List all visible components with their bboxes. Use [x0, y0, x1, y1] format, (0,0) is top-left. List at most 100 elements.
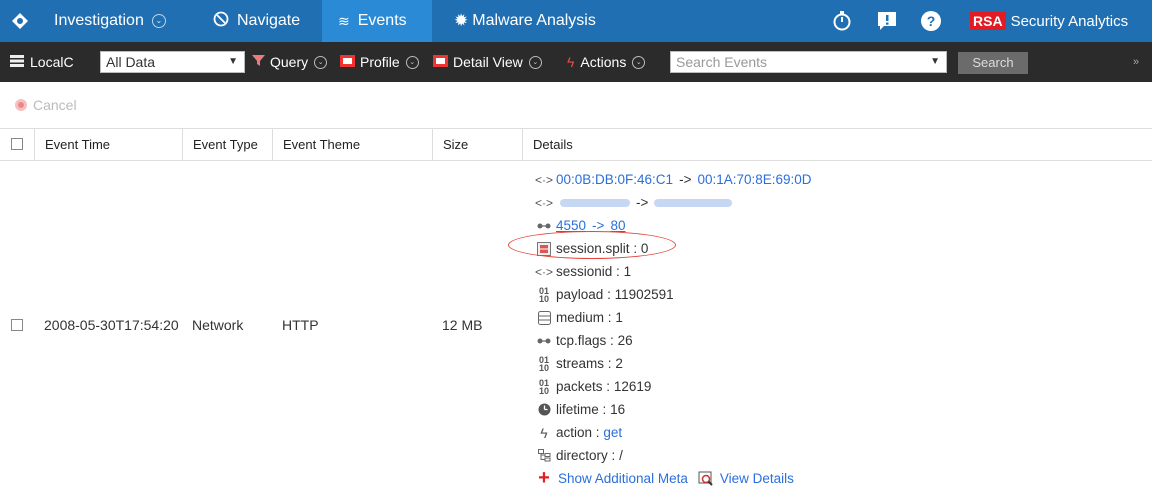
- select-all-checkbox[interactable]: [11, 138, 23, 150]
- show-additional-meta-link[interactable]: Show Additional Meta: [558, 471, 688, 486]
- event-time: 2008-05-30T17:54:20: [44, 317, 179, 333]
- ip-address-row: <·> ->: [535, 191, 812, 214]
- binary-icon: 01 10: [538, 377, 549, 396]
- meta-key: medium: [556, 310, 605, 325]
- meta-medium: medium : 1: [536, 306, 812, 329]
- meta-separator: :: [606, 379, 611, 394]
- cancel-button[interactable]: Cancel: [15, 97, 77, 113]
- chevron-down-icon: ▼: [930, 56, 940, 67]
- database-icon: [536, 310, 552, 325]
- tab-navigate[interactable]: Navigate: [196, 0, 322, 42]
- source-button[interactable]: LocalC: [10, 42, 74, 82]
- list-icon: [10, 54, 24, 71]
- column-event-theme[interactable]: Event Theme: [272, 129, 432, 160]
- meta-tcp-flags: tcp.flags : 26: [536, 329, 812, 352]
- tab-investigation[interactable]: Investigation ⌄: [0, 0, 195, 42]
- meta-separator: :: [611, 448, 616, 463]
- redacted-dst-ip[interactable]: [654, 198, 733, 207]
- meta-value: /: [619, 448, 623, 463]
- meta-key: lifetime: [556, 402, 599, 417]
- meta-lifetime: lifetime : 16: [536, 398, 812, 421]
- chevron-down-icon[interactable]: ⌄: [151, 14, 166, 28]
- chevron-down-icon: ⌄: [632, 55, 646, 69]
- detail-view-icon: [433, 54, 448, 70]
- event-theme: HTTP: [282, 317, 319, 333]
- search-button[interactable]: Search: [958, 52, 1028, 74]
- rsa-logo: RSA: [970, 12, 1006, 30]
- detail-view-label: Detail View: [453, 54, 523, 70]
- connection-icon: [536, 338, 552, 344]
- cancel-icon: [15, 99, 27, 111]
- query-menu[interactable]: Query ⌄: [252, 42, 328, 82]
- meta-payload: 01 10 payload : 11902591: [536, 283, 812, 306]
- more-button[interactable]: »: [1133, 42, 1139, 82]
- lightning-icon: ϟ: [540, 424, 548, 441]
- meta-action: ϟ action : get: [536, 421, 812, 444]
- view-details-icon[interactable]: [698, 471, 714, 486]
- profile-label: Profile: [360, 54, 400, 70]
- query-label: Query: [270, 54, 309, 70]
- clock-icon: [536, 403, 552, 416]
- highlight-annotation-circle: [508, 231, 676, 259]
- chevron-down-icon: ⌄: [405, 55, 419, 69]
- column-size[interactable]: Size: [432, 129, 522, 160]
- table-header: Event Time Event Type Event Theme Size D…: [0, 128, 1152, 161]
- row-checkbox[interactable]: [11, 319, 23, 331]
- mac-address-row: <·> 00:0B:DB:0F:46:C1 -> 00:1A:70:8E:69:…: [535, 168, 812, 191]
- actions-menu[interactable]: ϟ Actions ⌄: [567, 42, 646, 82]
- meta-sessionid: <·> sessionid : 1: [535, 260, 812, 283]
- link-arrows-icon: <·>: [535, 172, 554, 187]
- meta-key: streams: [556, 356, 605, 371]
- search-placeholder: Search Events: [676, 54, 768, 70]
- mac-dst-link[interactable]: 00:1A:70:8E:69:0D: [697, 172, 811, 187]
- crosshair-icon: [0, 12, 40, 30]
- tab-malware-analysis[interactable]: ✹ Malware Analysis: [440, 0, 620, 42]
- view-details-link[interactable]: View Details: [720, 471, 794, 486]
- arrow: ->: [636, 195, 649, 210]
- tab-label: Navigate: [237, 12, 301, 29]
- detail-view-menu[interactable]: Detail View ⌄: [433, 42, 542, 82]
- data-select[interactable]: All Data ▼: [100, 51, 245, 73]
- meta-value: 1: [615, 310, 623, 325]
- column-event-type[interactable]: Event Type: [182, 129, 272, 160]
- meta-value: 16: [610, 402, 626, 417]
- redacted-src-ip[interactable]: [560, 198, 630, 207]
- mac-src-link[interactable]: 00:0B:DB:0F:46:C1: [556, 172, 673, 187]
- meta-packets: 01 10 packets : 12619: [536, 375, 812, 398]
- details-actions-row: + Show Additional Meta View Details: [536, 467, 812, 490]
- chevron-down-icon: ⌄: [528, 55, 542, 69]
- stopwatch-icon[interactable]: [830, 9, 854, 33]
- arrow: ->: [679, 172, 692, 187]
- top-navigation-bar: Investigation ⌄ Navigate ≋ Events ✹ Malw…: [0, 0, 1152, 42]
- meta-value: 1: [623, 264, 632, 279]
- svg-text:?: ?: [927, 13, 936, 29]
- meta-separator: :: [616, 264, 620, 279]
- help-icon[interactable]: ?: [919, 9, 943, 33]
- tab-events[interactable]: ≋ Events: [322, 0, 432, 42]
- profile-menu[interactable]: Profile ⌄: [340, 42, 419, 82]
- meta-value: 26: [617, 333, 633, 348]
- chevron-down-icon: ▼: [228, 56, 238, 67]
- plus-icon[interactable]: +: [536, 467, 552, 490]
- meta-separator: :: [602, 402, 607, 417]
- bug-icon: ✹: [454, 11, 469, 30]
- tab-label: Investigation: [54, 12, 144, 29]
- profile-icon: [340, 54, 355, 70]
- compass-icon: [213, 11, 229, 32]
- meta-separator: :: [610, 333, 614, 348]
- chevron-down-icon: ⌄: [314, 55, 328, 69]
- meta-key: payload: [556, 287, 604, 302]
- meta-value-link[interactable]: get: [603, 425, 622, 440]
- cancel-label: Cancel: [33, 97, 77, 113]
- connection-icon: [536, 223, 552, 229]
- meta-separator: :: [607, 356, 612, 371]
- column-event-time[interactable]: Event Time: [34, 129, 182, 160]
- meta-separator: :: [607, 310, 612, 325]
- meta-key: packets: [556, 379, 603, 394]
- meta-separator: :: [607, 287, 611, 302]
- column-details[interactable]: Details: [522, 129, 1152, 160]
- search-input[interactable]: Search Events ▼: [670, 51, 947, 73]
- feedback-icon[interactable]: [875, 9, 899, 33]
- meta-key: sessionid: [556, 264, 613, 279]
- meta-streams: 01 10 streams : 2: [536, 352, 812, 375]
